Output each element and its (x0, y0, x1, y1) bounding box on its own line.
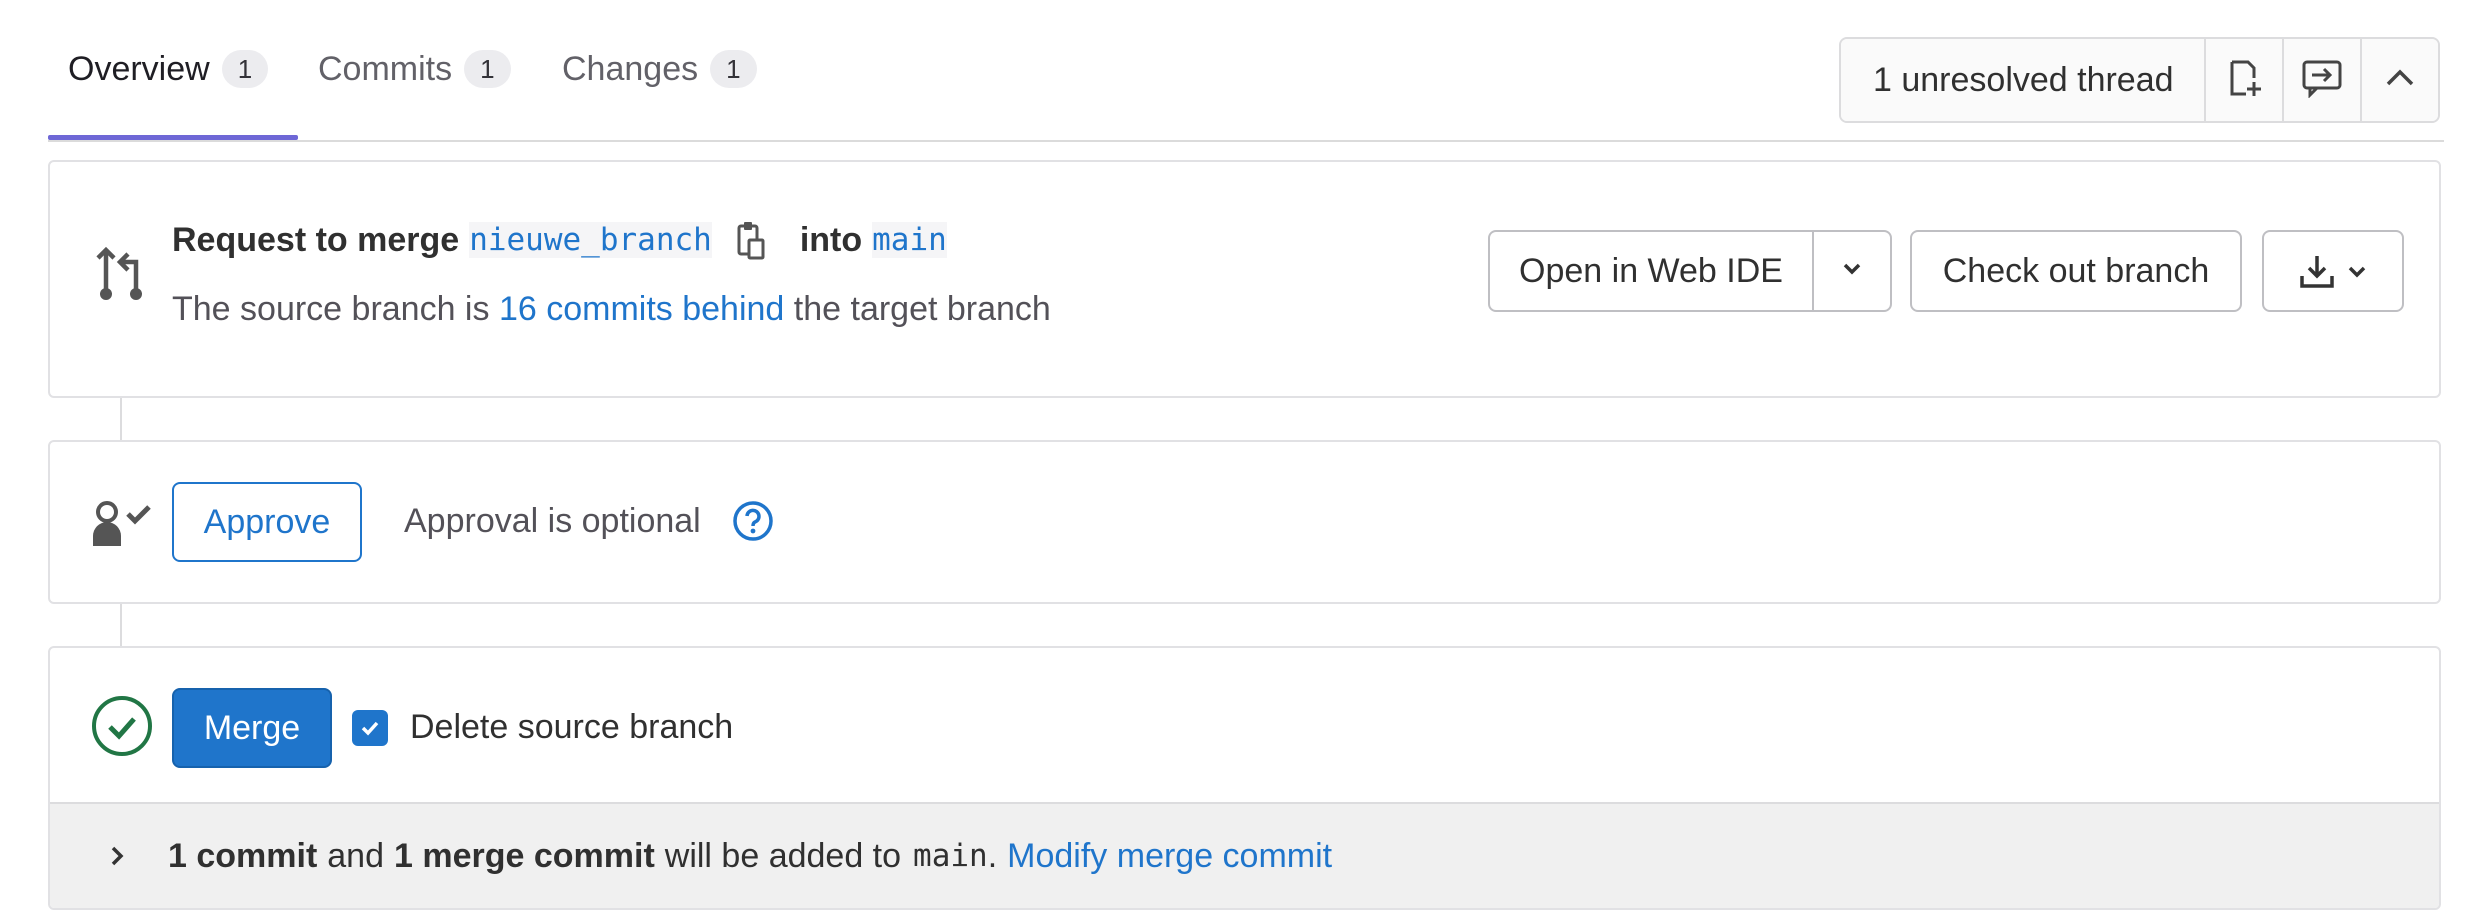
merge-button[interactable]: Merge (172, 688, 332, 768)
approve-button[interactable]: Approve (172, 482, 362, 562)
tab-overview[interactable]: Overview 1 (48, 0, 298, 140)
download-dropdown-button[interactable] (2262, 230, 2404, 312)
target-branch-name[interactable]: main (872, 222, 947, 258)
help-icon[interactable] (732, 500, 774, 547)
tab-commits[interactable]: Commits 1 (318, 0, 511, 138)
success-check-circle-icon (90, 694, 154, 763)
unresolved-threads-group: 1 unresolved thread (1839, 37, 2440, 123)
collapse-button[interactable] (2361, 39, 2438, 121)
merge-request-info-card: Request to merge nieuwe_branch into main… (48, 160, 2441, 398)
summary-period: . (987, 836, 998, 875)
approval-card: Approve Approval is optional (48, 440, 2441, 604)
tab-commits-label: Commits (318, 49, 453, 88)
chevron-down-icon (1839, 252, 1865, 291)
approval-optional-text: Approval is optional (404, 502, 701, 540)
active-tab-indicator (48, 135, 298, 140)
tab-overview-count: 1 (221, 50, 269, 88)
comment-next-icon (2301, 58, 2343, 103)
approval-user-check-icon (90, 498, 154, 555)
tab-changes-label: Changes (562, 49, 699, 88)
tab-changes[interactable]: Changes 1 (562, 0, 757, 138)
merge-card: Merge Delete source branch 1 commit and … (48, 646, 2441, 910)
merge-commit-summary[interactable]: 1 commit and 1 merge commit will be adde… (50, 802, 2439, 908)
source-branch-name[interactable]: nieuwe_branch (469, 222, 712, 258)
branch-status-prefix: The source branch is (172, 290, 490, 328)
summary-target-branch: main (913, 838, 988, 874)
open-in-web-ide-button[interactable]: Open in Web IDE (1488, 230, 1814, 312)
merge-request-title: Request to merge nieuwe_branch into main (172, 220, 947, 260)
tab-changes-count: 1 (710, 50, 757, 88)
branch-status-suffix: the target branch (793, 290, 1051, 328)
commit-count: 1 commit (168, 836, 318, 875)
delete-source-branch-label: Delete source branch (410, 708, 734, 746)
jump-to-next-thread-button[interactable] (2205, 39, 2284, 121)
merge-commit-count: 1 merge commit (394, 836, 655, 875)
check-out-branch-button[interactable]: Check out branch (1910, 230, 2242, 312)
chevron-right-icon[interactable] (106, 843, 128, 869)
delete-source-branch-checkbox[interactable] (352, 709, 388, 746)
merge-request-icon (92, 242, 152, 311)
summary-will-be-added: will be added to (664, 836, 902, 875)
request-to-merge-label: Request to merge (172, 220, 460, 259)
download-icon (2298, 252, 2336, 290)
timeline-connector (120, 604, 122, 646)
into-label: into (799, 220, 863, 259)
chevron-down-icon (2346, 260, 2368, 282)
web-ide-dropdown-button[interactable] (1812, 230, 1892, 312)
branch-status-text: The source branch is 16 commits behind t… (172, 290, 1051, 329)
copy-branch-icon[interactable] (736, 220, 766, 260)
comment-next-button[interactable] (2283, 39, 2362, 121)
delete-source-branch-option[interactable]: Delete source branch (352, 708, 733, 747)
tab-commits-count: 1 (464, 50, 511, 88)
tab-overview-label: Overview (68, 49, 210, 88)
commits-behind-link[interactable]: 16 commits behind (499, 290, 784, 328)
jump-to-next-thread-icon (2224, 58, 2264, 103)
collapse-chevron-up-icon (2382, 60, 2418, 101)
modify-merge-commit-link[interactable]: Modify merge commit (1007, 837, 1332, 876)
summary-and: and (327, 836, 384, 875)
timeline-connector (120, 398, 122, 440)
unresolved-threads-label[interactable]: 1 unresolved thread (1841, 39, 2206, 121)
